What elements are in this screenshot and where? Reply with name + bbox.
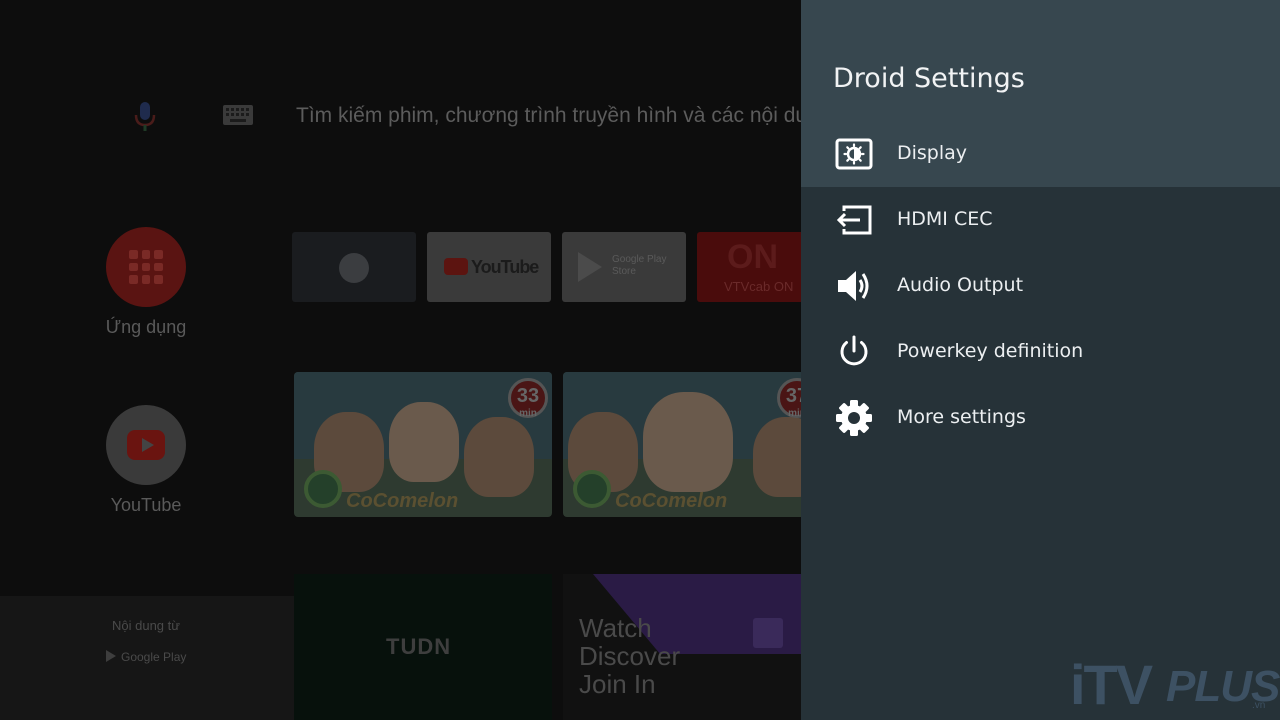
- duration-badge: 33 min: [508, 378, 548, 419]
- vtvcab-logo: ON: [727, 238, 778, 276]
- settings-header: Droid Settings: [801, 0, 1280, 122]
- content-source-label: Nội dung từ Google Play: [0, 596, 294, 720]
- content-from-label: Nội dung từ: [112, 618, 180, 633]
- google-play-icon: [578, 252, 602, 282]
- menu-item-audio-output[interactable]: Audio Output: [801, 253, 1280, 319]
- google-play-source: Google Play: [106, 650, 186, 664]
- apps-label: Ứng dụng: [105, 317, 187, 337]
- power-icon: [840, 335, 868, 366]
- twitch-tagline: Watch Discover Join In: [579, 613, 681, 699]
- all-apps-card[interactable]: [292, 232, 416, 302]
- video-thumbnail[interactable]: CoComelon 33 min: [294, 372, 552, 517]
- menu-item-label: HDMI CEC: [897, 208, 993, 230]
- menu-item-label: Display: [897, 142, 968, 164]
- video-brand: CoComelon: [615, 490, 728, 512]
- video-thumbnail[interactable]: CoComelon 37 min: [563, 372, 821, 517]
- more-apps-icon: [339, 253, 369, 283]
- video-brand: CoComelon: [346, 490, 459, 512]
- cocomelon-logo-icon: [304, 470, 342, 508]
- keyboard-icon[interactable]: [222, 104, 254, 126]
- youtube-label: YouTube: [110, 495, 182, 515]
- youtube-app-card[interactable]: YouTube: [427, 232, 551, 302]
- microphone-icon[interactable]: [131, 100, 159, 134]
- menu-item-label: More settings: [897, 406, 1026, 428]
- google-play-store-card[interactable]: Google Play Store: [562, 232, 686, 302]
- speaker-icon: [838, 271, 869, 301]
- twitch-promo-card[interactable]: Watch Discover Join In: [563, 574, 803, 720]
- menu-item-label: Powerkey definition: [897, 340, 1084, 362]
- vtvcab-label: VTVcab ON: [724, 279, 794, 294]
- display-brightness-icon: [835, 138, 873, 170]
- apps-shortcut[interactable]: Ứng dụng: [104, 227, 188, 338]
- google-play-card-label: Google Play Store: [612, 254, 667, 277]
- apps-grid-icon: [106, 227, 186, 307]
- settings-panel: Droid Settings Display HDMI CEC Audio Ou…: [801, 0, 1280, 720]
- tudn-promo-card[interactable]: TUDN: [294, 574, 552, 720]
- youtube-shortcut[interactable]: YouTube: [104, 405, 188, 516]
- twitch-logo-icon: [753, 618, 783, 648]
- menu-item-hdmi-cec[interactable]: HDMI CEC: [801, 187, 1280, 253]
- settings-menu: Display HDMI CEC Audio Output Powerkey d…: [801, 121, 1280, 451]
- youtube-icon: [106, 405, 186, 485]
- cocomelon-logo-icon: [573, 470, 611, 508]
- gear-icon: [836, 400, 872, 436]
- youtube-logo: YouTube: [444, 257, 539, 278]
- menu-item-display[interactable]: Display: [801, 121, 1280, 187]
- hdmi-input-icon: [836, 205, 872, 235]
- menu-item-more-settings[interactable]: More settings: [801, 385, 1280, 451]
- page-title: Droid Settings: [833, 63, 1025, 94]
- itvplus-watermark: iTV PLUS .vn: [1070, 653, 1280, 716]
- tudn-logo: TUDN: [386, 634, 452, 659]
- menu-item-label: Audio Output: [897, 274, 1024, 296]
- search-hint-text[interactable]: Tìm kiếm phim, chương trình truyền hình …: [296, 104, 807, 128]
- menu-item-powerkey-definition[interactable]: Powerkey definition: [801, 319, 1280, 385]
